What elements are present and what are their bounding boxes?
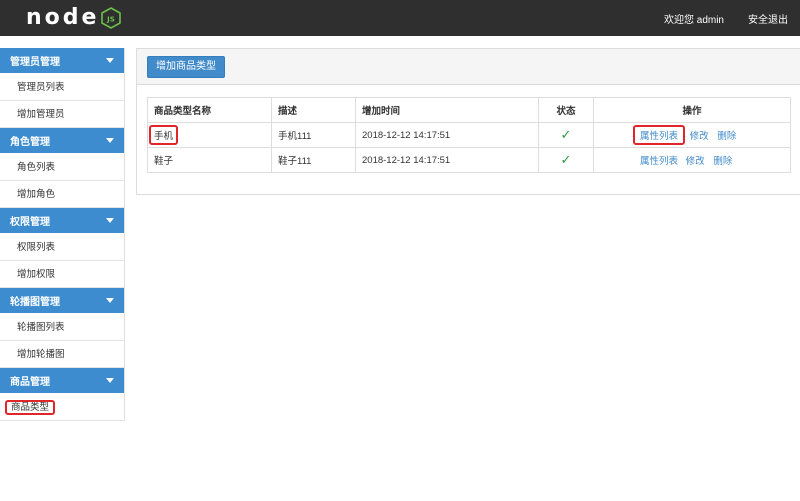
col-header-name: 商品类型名称 bbox=[147, 97, 272, 123]
table-row: 手机 手机111 2018-12-12 14:17:51 ✓ 属性列表 修改 删… bbox=[147, 122, 791, 148]
sidebar-item-add-permission[interactable]: 增加权限 bbox=[0, 261, 124, 288]
logo-badge: JS bbox=[107, 16, 116, 24]
edit-link[interactable]: 修改 bbox=[690, 131, 709, 142]
top-bar: node JS 欢迎您 admin 安全退出 bbox=[0, 0, 800, 36]
sidebar-group-goods[interactable]: 商品管理 bbox=[0, 368, 124, 394]
caret-down-icon bbox=[106, 298, 114, 303]
cell-actions: 属性列表 修改 删除 bbox=[593, 122, 791, 148]
sidebar-item-admin-list[interactable]: 管理员列表 bbox=[0, 74, 124, 101]
js-hexagon-icon: JS bbox=[101, 7, 122, 29]
sidebar-group-permission[interactable]: 权限管理 bbox=[0, 208, 124, 234]
sidebar-item-add-carousel[interactable]: 增加轮播图 bbox=[0, 341, 124, 368]
cell-status: ✓ bbox=[538, 122, 594, 148]
attr-list-box[interactable]: 属性列表 bbox=[632, 125, 686, 145]
cell-status: ✓ bbox=[538, 147, 594, 173]
cell-desc: 手机111 bbox=[271, 122, 356, 148]
sidebar-item-carousel-list[interactable]: 轮播图列表 bbox=[0, 314, 124, 341]
caret-down-icon bbox=[106, 138, 114, 143]
cell-name: 鞋子 bbox=[147, 147, 272, 173]
col-header-desc: 描述 bbox=[271, 97, 356, 123]
add-goods-type-button[interactable]: 增加商品类型 bbox=[147, 56, 225, 78]
sidebar: 管理员管理 管理员列表 增加管理员 角色管理 角色列表 增加角色 权限管理 权限… bbox=[0, 48, 125, 421]
group-title: 商品管理 bbox=[10, 377, 50, 388]
group-title: 管理员管理 bbox=[10, 57, 60, 68]
table-row: 鞋子 鞋子111 2018-12-12 14:17:51 ✓ 属性列表 修改 删… bbox=[147, 147, 791, 173]
type-name: 手机 bbox=[148, 125, 179, 145]
delete-link[interactable]: 删除 bbox=[717, 131, 736, 142]
attribute-list-link[interactable]: 属性列表 bbox=[640, 131, 678, 142]
table-header-row: 商品类型名称 描述 增加时间 状态 操作 bbox=[147, 97, 791, 123]
cell-actions: 属性列表 修改 删除 bbox=[593, 147, 791, 173]
welcome-text: 欢迎您 admin bbox=[663, 14, 724, 26]
col-header-status: 状态 bbox=[538, 97, 594, 123]
cell-name: 手机 bbox=[147, 122, 272, 148]
sidebar-item-role-list[interactable]: 角色列表 bbox=[0, 154, 124, 181]
nodejs-logo: node JS bbox=[26, 5, 122, 30]
goods-type-table: 商品类型名称 描述 增加时间 状态 操作 手机 手机111 2018-12-12… bbox=[147, 97, 791, 173]
caret-down-icon bbox=[106, 218, 114, 223]
cell-time: 2018-12-12 14:17:51 bbox=[355, 122, 539, 148]
panel-heading: 增加商品类型 bbox=[137, 49, 800, 85]
group-title: 角色管理 bbox=[10, 137, 50, 148]
caret-down-icon bbox=[106, 378, 114, 383]
check-icon: ✓ bbox=[560, 127, 572, 142]
caret-down-icon bbox=[106, 58, 114, 63]
sidebar-item-goods-type-row[interactable]: 商品类型 bbox=[0, 394, 124, 421]
sidebar-item-goods-type[interactable]: 商品类型 bbox=[4, 400, 56, 415]
cell-desc: 鞋子111 bbox=[271, 147, 356, 173]
sidebar-item-add-admin[interactable]: 增加管理员 bbox=[0, 101, 124, 128]
edit-link[interactable]: 修改 bbox=[686, 156, 705, 167]
group-title: 权限管理 bbox=[10, 217, 50, 228]
logo-text: node bbox=[26, 5, 100, 30]
attribute-list-link[interactable]: 属性列表 bbox=[640, 156, 678, 167]
sidebar-item-add-role[interactable]: 增加角色 bbox=[0, 181, 124, 208]
content-panel: 增加商品类型 商品类型名称 描述 增加时间 状态 操作 手机 手机111 201… bbox=[136, 48, 800, 195]
sidebar-group-role[interactable]: 角色管理 bbox=[0, 128, 124, 154]
delete-link[interactable]: 删除 bbox=[713, 156, 732, 167]
sidebar-group-admin[interactable]: 管理员管理 bbox=[0, 48, 124, 74]
cell-time: 2018-12-12 14:17:51 bbox=[355, 147, 539, 173]
col-header-actions: 操作 bbox=[593, 97, 791, 123]
check-icon: ✓ bbox=[560, 152, 572, 167]
sidebar-item-permission-list[interactable]: 权限列表 bbox=[0, 234, 124, 261]
col-header-time: 增加时间 bbox=[355, 97, 539, 123]
sidebar-group-carousel[interactable]: 轮播图管理 bbox=[0, 288, 124, 314]
group-title: 轮播图管理 bbox=[10, 297, 60, 308]
logout-link[interactable]: 安全退出 bbox=[748, 11, 788, 26]
